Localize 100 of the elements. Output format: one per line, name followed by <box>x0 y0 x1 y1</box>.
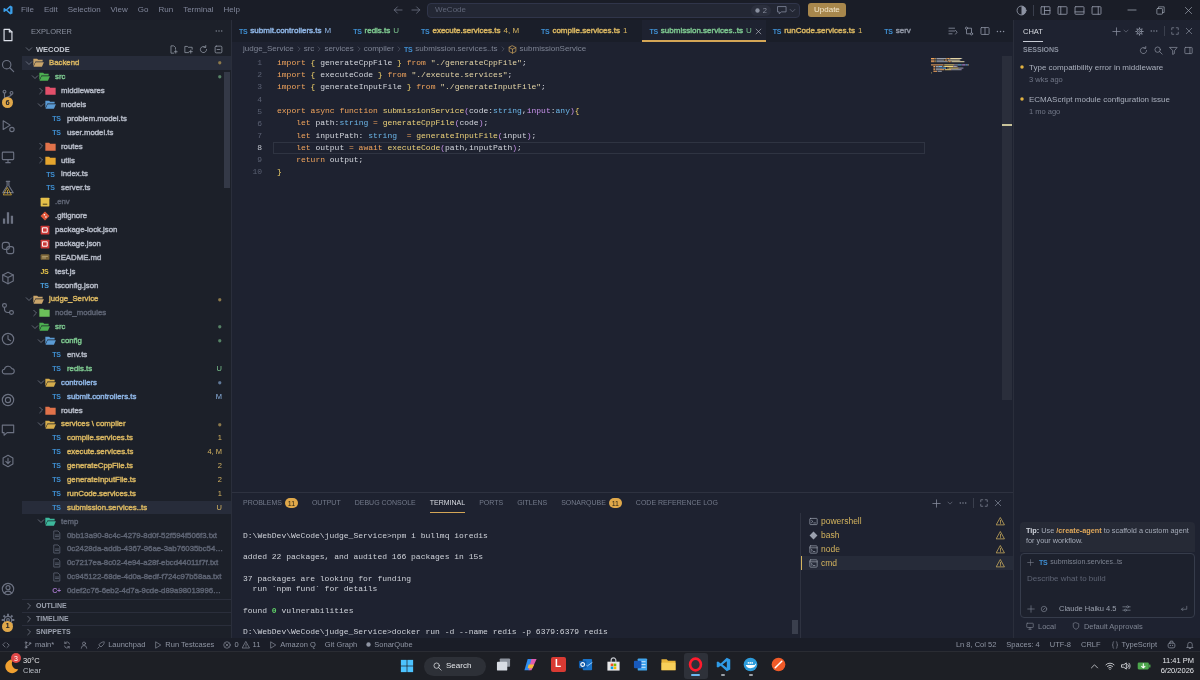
menu-item[interactable]: Go <box>132 5 154 15</box>
line-number: 8 <box>257 142 262 153</box>
cube-icon <box>507 44 517 54</box>
forward-icon[interactable] <box>411 5 421 15</box>
search-button[interactable]: Search <box>424 656 486 676</box>
list-icon[interactable] <box>948 26 958 36</box>
rocket-icon <box>97 640 106 649</box>
folder-icon <box>45 376 56 388</box>
close-icon[interactable] <box>754 27 762 35</box>
line-number: 2 <box>257 70 262 80</box>
folder-icon <box>45 335 56 347</box>
collapse-icon[interactable] <box>214 44 223 54</box>
close-icon[interactable] <box>994 499 1002 507</box>
angle-brackets-icon[interactable] <box>2 640 10 649</box>
breadcrumb-item[interactable]: submissionService <box>507 44 587 54</box>
flask-icon[interactable] <box>1 180 15 195</box>
code-line: import { generateCppFile } from "./generateCppFile"; <box>276 57 527 69</box>
refresh-icon[interactable] <box>1139 45 1148 55</box>
menu-item[interactable]: Selection <box>62 5 106 15</box>
maximize-icon[interactable] <box>1171 27 1179 35</box>
breadcrumb-item[interactable]: services <box>324 44 354 54</box>
blocks-icon[interactable] <box>1 240 15 255</box>
more-icon[interactable] <box>959 499 967 507</box>
app-tile-button[interactable]: L <box>546 653 570 679</box>
sliders-icon[interactable] <box>1121 604 1131 613</box>
search-icon[interactable] <box>1154 45 1163 55</box>
cube-icon[interactable] <box>1 271 15 286</box>
chevron-icon[interactable] <box>947 500 953 506</box>
terminal-list-item[interactable]: node <box>801 542 1013 556</box>
new-file-icon[interactable] <box>169 44 178 54</box>
back-icon[interactable] <box>393 5 403 15</box>
terminal-list-item[interactable]: cmd <box>801 556 1013 570</box>
breadcrumb-item[interactable]: src <box>303 44 315 54</box>
sidebar-icon[interactable] <box>1184 45 1193 55</box>
refresh-icon[interactable] <box>199 44 208 54</box>
stacked-squares-icon <box>495 656 511 672</box>
terminal-list-item[interactable]: powershell <box>801 514 1013 528</box>
bell-icon[interactable] <box>1186 640 1194 649</box>
sidebar-icon[interactable] <box>1057 4 1068 16</box>
sidebar-icon[interactable] <box>1091 4 1102 16</box>
ring-icon[interactable] <box>1 392 15 407</box>
start-button[interactable] <box>398 657 416 675</box>
menu-item[interactable]: File <box>16 5 39 15</box>
error-icon <box>223 640 232 649</box>
scrollbar-thumb[interactable] <box>792 620 798 634</box>
more-icon[interactable] <box>215 27 223 35</box>
restore-icon[interactable] <box>1156 5 1165 15</box>
add-icon[interactable] <box>1112 26 1121 36</box>
terminal-list-item[interactable]: bash <box>801 528 1013 542</box>
menu-item[interactable]: Terminal <box>178 5 219 15</box>
taskbar-app-button[interactable] <box>683 653 708 679</box>
new-folder-icon[interactable] <box>184 44 193 54</box>
close-icon[interactable] <box>1184 5 1193 15</box>
breadcrumb-item[interactable]: compiler <box>363 44 394 54</box>
clock-icon[interactable] <box>1 332 15 347</box>
speaker-icon[interactable] <box>1120 661 1131 671</box>
panel-icon[interactable] <box>1074 4 1085 16</box>
person-icon[interactable] <box>80 640 89 649</box>
menu-item[interactable]: Run <box>153 5 179 15</box>
account-icon[interactable] <box>1 582 15 597</box>
hexagon-icon[interactable] <box>1 453 15 468</box>
add-icon[interactable] <box>1027 604 1035 613</box>
bar-chart-icon[interactable] <box>1 210 15 225</box>
monitor-icon[interactable] <box>1 149 15 164</box>
scrollbar-thumb[interactable] <box>224 72 230 188</box>
chevron-icon[interactable] <box>1123 28 1129 34</box>
filter-icon[interactable] <box>1169 45 1178 55</box>
folder-icon <box>39 307 50 319</box>
settings-icon[interactable] <box>1135 26 1144 36</box>
search-icon[interactable] <box>1 58 15 73</box>
compare-icon[interactable] <box>964 26 974 36</box>
more-icon[interactable] <box>1150 27 1158 35</box>
sync-icon[interactable] <box>63 640 72 649</box>
layout-icon[interactable] <box>1040 4 1051 16</box>
session-title[interactable]: Type compatibility error in middleware <box>1029 62 1164 74</box>
robot-icon[interactable] <box>1167 640 1176 649</box>
add-icon[interactable] <box>932 498 941 508</box>
half-circle-icon[interactable] <box>1016 4 1027 16</box>
breadcrumb-item[interactable]: judge_Service <box>243 44 294 54</box>
logo-icon[interactable] <box>3 5 13 15</box>
chat-icon[interactable] <box>1 423 15 438</box>
circle-slash-icon[interactable] <box>1040 604 1048 613</box>
session-title[interactable]: ECMAScript module configuration issue <box>1029 94 1170 106</box>
maximize-icon[interactable] <box>980 499 988 507</box>
chat-icon[interactable] <box>777 5 787 15</box>
graph-icon[interactable] <box>1 301 15 316</box>
moon-icon[interactable] <box>4 658 19 674</box>
menu-item[interactable]: Edit <box>38 5 63 15</box>
files-icon[interactable] <box>1 28 15 43</box>
chevron-up-icon[interactable] <box>1089 661 1099 671</box>
scrollbar-thumb[interactable] <box>1002 56 1012 400</box>
menu-item[interactable]: Help <box>218 5 245 15</box>
menu-item[interactable]: View <box>105 5 133 15</box>
branch-icon <box>24 640 32 649</box>
play-icon[interactable] <box>1 119 15 134</box>
return-arrow-icon[interactable] <box>1180 604 1188 613</box>
add-icon[interactable] <box>1027 558 1034 566</box>
split-editor-icon[interactable] <box>980 26 990 36</box>
wifi-icon[interactable] <box>1104 661 1115 671</box>
close-icon[interactable] <box>1185 27 1193 35</box>
